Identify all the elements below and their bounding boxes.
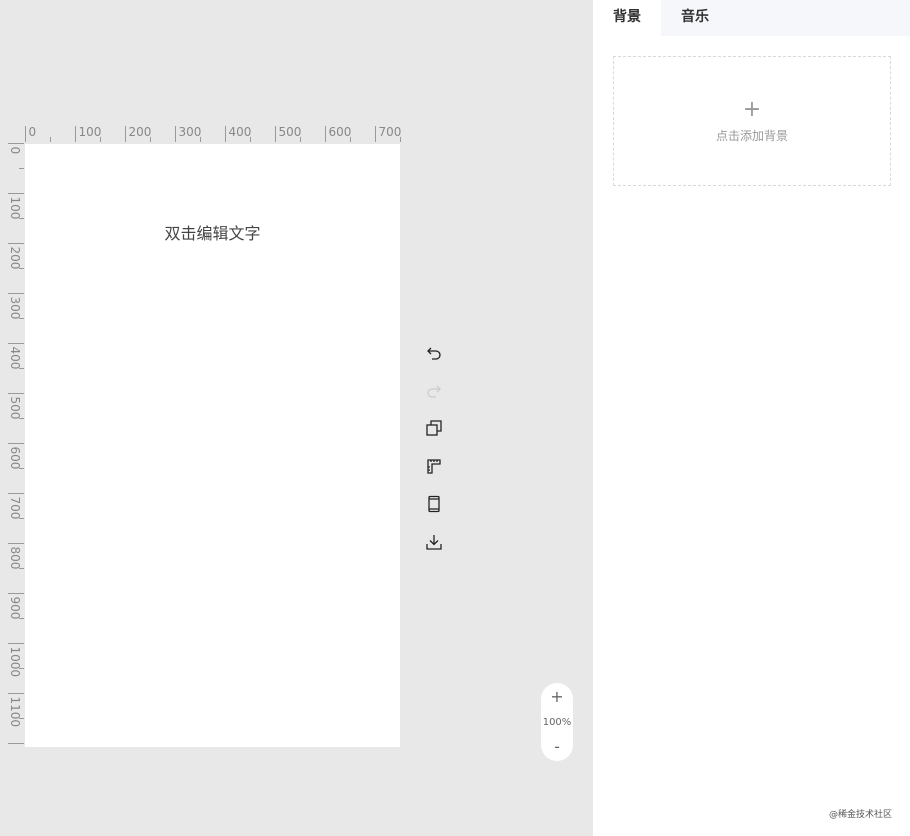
ruler-toggle-button[interactable] bbox=[420, 452, 448, 480]
redo-button[interactable] bbox=[420, 376, 448, 404]
canvas-page[interactable]: 双击编辑文字 bbox=[25, 144, 400, 747]
redo-icon bbox=[427, 385, 441, 398]
horizontal-ruler: 0 100 200 300 400 500 600 700 bbox=[25, 125, 402, 142]
copy-icon bbox=[426, 420, 442, 436]
ruler-label: 600 bbox=[329, 125, 352, 139]
canvas-toolbar bbox=[420, 338, 448, 566]
properties-panel: 背景 音乐 + 点击添加背景 @稀金技术社区 bbox=[593, 0, 910, 836]
ruler-label: 700 bbox=[379, 125, 402, 139]
tab-music[interactable]: 音乐 bbox=[661, 0, 729, 36]
ruler-label: 300 bbox=[179, 125, 202, 139]
ruler-label: 100 bbox=[79, 125, 102, 139]
ruler-label: 200 bbox=[129, 125, 152, 139]
ruler-label: 100 bbox=[8, 197, 22, 220]
copy-button[interactable] bbox=[420, 414, 448, 442]
tab-background[interactable]: 背景 bbox=[593, 0, 661, 36]
ruler-label: 500 bbox=[279, 125, 302, 139]
workspace: 0 100 200 300 400 500 600 700 0 100 200 300 400 500 6… bbox=[0, 0, 593, 836]
ruler-label: 0 bbox=[8, 147, 22, 155]
ruler-label: 400 bbox=[8, 347, 22, 370]
zoom-level: 100% bbox=[542, 716, 572, 728]
zoom-control: + 100% - bbox=[541, 683, 573, 761]
ruler-label: 900 bbox=[8, 597, 22, 620]
download-icon bbox=[426, 535, 442, 550]
ruler-label: 0 bbox=[29, 125, 37, 139]
ruler-label: 700 bbox=[8, 497, 22, 520]
ruler-icon bbox=[427, 459, 441, 474]
canvas-text-element[interactable]: 双击编辑文字 bbox=[25, 220, 400, 244]
ruler-label: 300 bbox=[8, 297, 22, 320]
panel-tabs: 背景 音乐 bbox=[593, 0, 910, 36]
watermark: @稀金技术社区 bbox=[828, 810, 892, 820]
download-button[interactable] bbox=[420, 528, 448, 556]
ruler-label: 200 bbox=[8, 247, 22, 270]
vertical-ruler: 0 100 200 300 400 500 600 700 800 900 1000 1100 bbox=[8, 143, 24, 744]
mobile-preview-icon bbox=[428, 495, 440, 513]
mobile-preview-button[interactable] bbox=[420, 490, 448, 518]
zoom-in-button[interactable]: + bbox=[550, 689, 563, 705]
ruler-label: 800 bbox=[8, 547, 22, 570]
ruler-label: 400 bbox=[229, 125, 252, 139]
ruler-label: 600 bbox=[8, 447, 22, 470]
undo-button[interactable] bbox=[420, 338, 448, 366]
ruler-label: 1000 bbox=[8, 647, 22, 678]
add-background-label: 点击添加背景 bbox=[715, 128, 788, 143]
ruler-label: 500 bbox=[8, 397, 22, 420]
ruler-label: 1100 bbox=[8, 697, 22, 728]
undo-icon bbox=[427, 347, 441, 360]
add-background-button[interactable]: + 点击添加背景 bbox=[613, 56, 891, 186]
zoom-out-button[interactable]: - bbox=[554, 739, 560, 755]
plus-icon: + bbox=[742, 96, 762, 122]
